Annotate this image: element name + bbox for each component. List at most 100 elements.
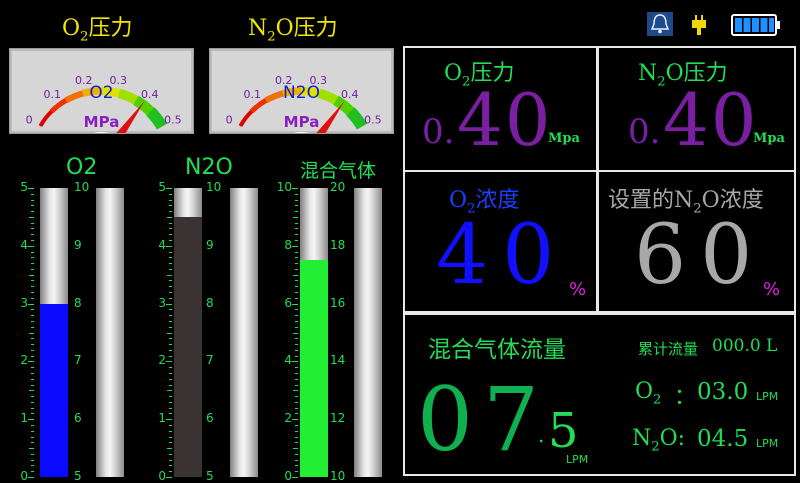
scale-tick (29, 390, 34, 392)
scale-tick (295, 280, 298, 282)
n2o-gauge-unit: MPa (283, 113, 320, 131)
scale-tick-label: 7 (206, 353, 214, 368)
n2o-gauge-center-label: N2O (283, 83, 320, 103)
scale-tick (295, 465, 298, 467)
scale-tick-label: 6 (284, 295, 292, 310)
scale-tick (31, 257, 34, 259)
cumulative-flow-label: 累计流量 (638, 340, 699, 358)
scale-tick-label: 18 (330, 237, 346, 252)
n2o-pressure-value: 40 (663, 78, 759, 162)
mix-level-tube (300, 188, 328, 477)
scale-tick (31, 338, 34, 340)
scale-tick-label: 3 (158, 295, 166, 310)
flow-title: 混合气体流量 (428, 337, 566, 363)
scale-tick (28, 419, 34, 421)
scale-tick (31, 424, 34, 426)
scale-tick (169, 193, 172, 195)
scale-tick (31, 471, 34, 473)
scale-tick (292, 477, 298, 478)
scale-tick (169, 326, 172, 328)
scale-tick (169, 465, 172, 467)
scale-tick-label: 10 (74, 180, 90, 194)
scale-tick (166, 419, 172, 421)
scale-tick (295, 338, 298, 340)
scale-tick (295, 442, 298, 444)
scale-tick (295, 263, 298, 265)
o2-column-title: O2 (66, 155, 98, 180)
scale-tick (28, 303, 34, 305)
scale-tick (295, 436, 298, 438)
n2o-gauge-title: N2O压力 (248, 16, 338, 45)
scale-tick (292, 303, 298, 305)
o2-pressure-unit: Mpa (548, 131, 580, 146)
scale-tick (31, 309, 34, 311)
scale-tick (295, 367, 298, 369)
n2o-pressure-unit: Mpa (753, 131, 785, 146)
scale-tick (169, 344, 172, 346)
panel-divider-1 (405, 170, 794, 172)
scale-tick (166, 245, 172, 247)
mix-right-scale: 20 18 16 14 12 10 (330, 180, 352, 483)
n2o-pressure-gauge: 0 0.1 0.2 0.3 0.4 0.5 N2O MPa (209, 48, 394, 134)
flow-value-dot: . (538, 423, 545, 447)
scale-tick (31, 268, 34, 270)
scale-tick-label: 8 (284, 237, 292, 252)
scale-tick (169, 407, 172, 409)
scale-tick (167, 332, 172, 334)
scale-tick (169, 211, 172, 213)
scale-tick (295, 234, 298, 236)
scale-tick (169, 453, 172, 455)
scale-tick (295, 297, 298, 299)
scale-tick (169, 384, 172, 386)
o2-scale: 5 4 3 2 1 0 (8, 180, 34, 483)
scale-tick (31, 465, 34, 467)
scale-tick (169, 228, 172, 230)
scale-tick (295, 309, 298, 311)
scale-tick (169, 292, 172, 294)
scale-tick-label: 0 (284, 469, 292, 483)
scale-tick (169, 320, 172, 322)
o2-pressure-value: 40 (457, 78, 553, 162)
scale-tick (292, 361, 298, 363)
o2-pressure-int: 0. (422, 112, 455, 152)
scale-tick (31, 344, 34, 346)
plug-icon (690, 14, 708, 36)
scale-tick (31, 193, 34, 195)
o2-gauge-center-label: O2 (89, 83, 114, 103)
scale-tick (169, 372, 172, 374)
scale-tick (31, 442, 34, 444)
bell-icon[interactable] (647, 12, 673, 36)
scale-tick-label: 10 (206, 180, 222, 194)
n2o-right-scale: 10 9 8 7 6 5 (206, 180, 228, 483)
battery-icon (731, 13, 781, 37)
scale-tick (169, 280, 172, 282)
n2o-set-concentration-value[interactable]: 60 (634, 208, 766, 303)
scale-tick (292, 245, 298, 247)
cumulative-flow-unit: L (766, 336, 778, 356)
scale-tick-label: 5 (74, 469, 82, 483)
o2-secondary-tube (96, 188, 124, 477)
scale-tick-label: 1 (20, 411, 28, 426)
scale-tick-label: 5 (20, 180, 28, 194)
scale-tick (295, 228, 298, 230)
scale-tick (295, 222, 298, 224)
scale-tick-label: 4 (20, 237, 28, 252)
scale-tick (295, 384, 298, 386)
o2-flow-value: 03.0 (697, 379, 749, 405)
scale-tick-label: 4 (284, 353, 292, 368)
mix-level-fill (300, 260, 328, 477)
mix-scale: 10 8 6 4 2 0 (272, 180, 298, 483)
scale-tick (293, 216, 298, 218)
scale-tick (31, 355, 34, 357)
scale-tick (169, 251, 172, 253)
o2-concentration-unit: % (569, 279, 587, 300)
scale-tick (169, 471, 172, 473)
scale-tick (166, 303, 172, 305)
scale-tick (295, 199, 298, 201)
scale-tick (169, 315, 172, 317)
scale-tick (31, 378, 34, 380)
scale-tick (28, 361, 34, 363)
scale-tick-label: 4 (158, 237, 166, 252)
o2-gauge-unit: MPa (83, 113, 120, 131)
flow-value-dec: 5 (548, 403, 579, 459)
